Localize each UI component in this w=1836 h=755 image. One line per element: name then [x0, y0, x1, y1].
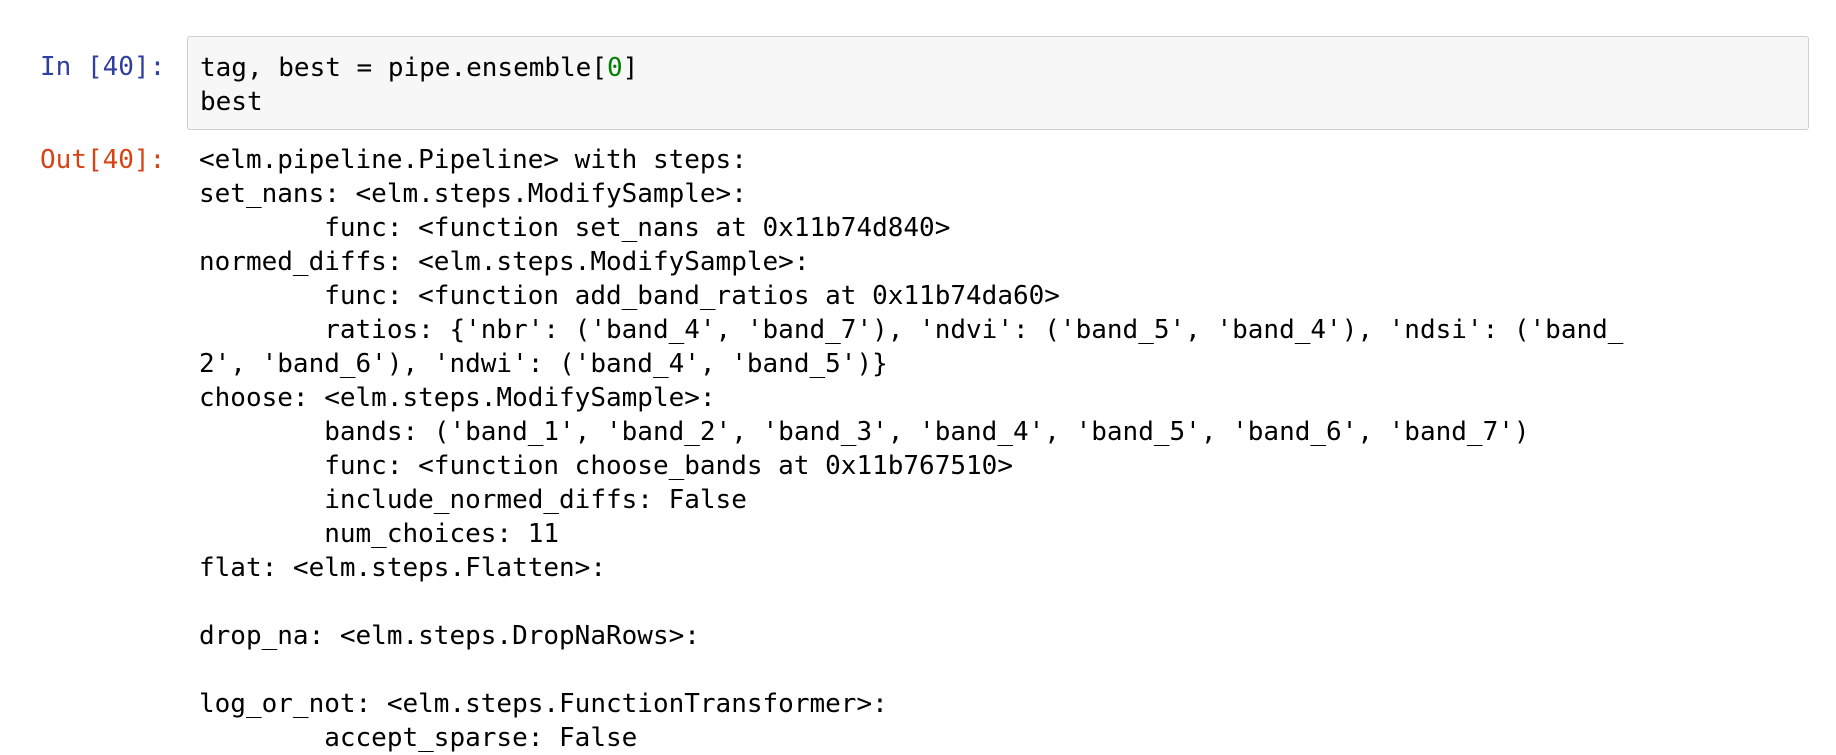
- output-line: func: <function choose_bands at 0x11b767…: [199, 451, 1013, 481]
- code-text: tag, best = pipe.ensemble[: [200, 53, 607, 83]
- output-line: func: <function add_band_ratios at 0x11b…: [199, 281, 1060, 311]
- output-line: <elm.pipeline.Pipeline> with steps:: [199, 145, 747, 175]
- output-line: log_or_not: <elm.steps.FunctionTransform…: [199, 689, 888, 719]
- output-prompt: Out[40]:: [40, 145, 166, 175]
- output-line: ratios: {'nbr': ('band_4', 'band_7'), 'n…: [199, 315, 1624, 345]
- output-line: include_normed_diffs: False: [199, 485, 747, 515]
- output-line: bands: ('band_1', 'band_2', 'band_3', 'b…: [199, 417, 1530, 447]
- code-text: ]: [622, 53, 639, 83]
- output-line: num_choices: 11: [199, 519, 560, 549]
- output-line: func: <function set_nans at 0x11b74d840>: [199, 213, 951, 243]
- output-line: choose: <elm.steps.ModifySample>:: [199, 383, 716, 413]
- code-line: tag, best = pipe.ensemble[0]: [200, 51, 1796, 85]
- code-number: 0: [607, 53, 623, 83]
- output-line: accept_sparse: False: [199, 723, 638, 753]
- output-text: <elm.pipeline.Pipeline> with steps: set_…: [199, 143, 1809, 755]
- output-line: set_nans: <elm.steps.ModifySample>:: [199, 179, 747, 209]
- code-line: best: [200, 87, 263, 117]
- output-line: 2', 'band_6'), 'ndwi': ('band_4', 'band_…: [199, 349, 888, 379]
- output-line: normed_diffs: <elm.steps.ModifySample>:: [199, 247, 810, 277]
- output-line: flat: <elm.steps.Flatten>:: [199, 553, 606, 583]
- code-editor[interactable]: tag, best = pipe.ensemble[0] best: [187, 36, 1809, 130]
- input-prompt: In [40]:: [40, 52, 166, 82]
- output-line: drop_na: <elm.steps.DropNaRows>:: [199, 621, 700, 651]
